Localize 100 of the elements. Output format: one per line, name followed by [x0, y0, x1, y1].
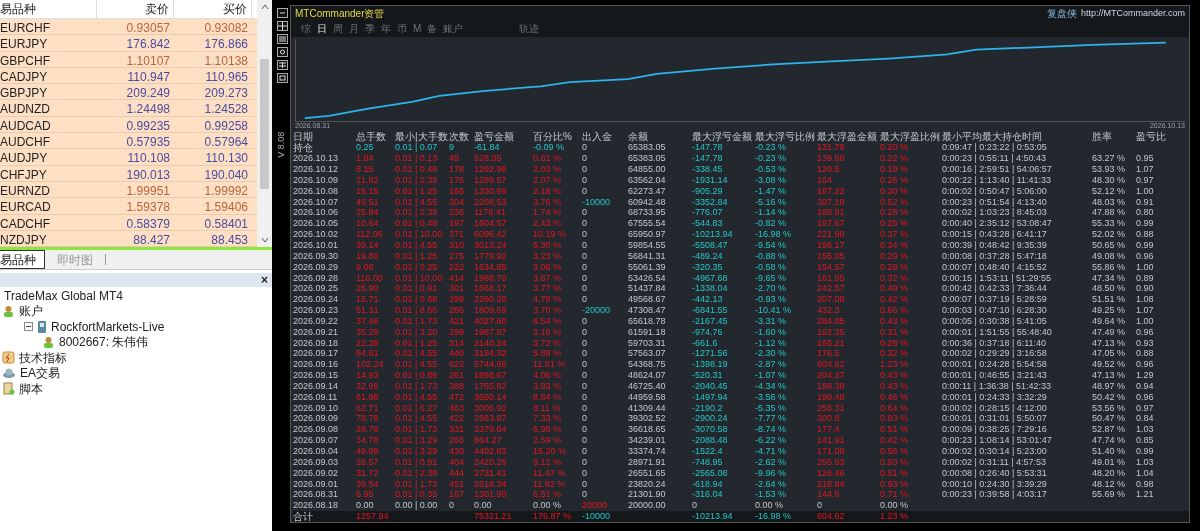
table-cell-text: 53.93 %	[1092, 165, 1127, 175]
table-cell-text: 0.71 %	[880, 490, 910, 500]
user-icon	[2, 304, 15, 318]
ask-cell-text: 1.24528	[203, 101, 249, 119]
table-cell-text: 61.98	[356, 392, 380, 402]
table-cell-text: 0.88	[1136, 349, 1155, 359]
symbol-cell-text: AUDCAD	[0, 117, 52, 135]
table-cell-text: 0	[582, 414, 588, 424]
quote-row[interactable]: AUDCHF 0.57935 0.57964	[0, 133, 257, 150]
column-header[interactable]: 买价	[174, 0, 252, 18]
move-icon[interactable]	[277, 21, 288, 31]
scroll-up-icon[interactable]	[260, 4, 269, 10]
table-cell-text: 414	[449, 273, 466, 283]
minus-icon[interactable]	[277, 8, 288, 18]
table-cell-text: 242.57	[817, 284, 846, 294]
list-icon[interactable]	[277, 34, 288, 44]
close-button[interactable]: ×	[261, 274, 268, 286]
table-cell-text: -2167.45	[692, 316, 729, 326]
help-icon[interactable]	[277, 47, 288, 57]
quote-row[interactable]: EURJPY 176.842 176.866	[0, 35, 257, 52]
tree-item[interactable]: 账户	[19, 302, 43, 321]
ask-cell-text: 0.57964	[203, 134, 249, 152]
table-cell-text: 1.23 %	[880, 512, 910, 522]
bid-cell-text: 1.10107	[125, 52, 171, 70]
quote-row[interactable]: GBPJPY 209.249 209.273	[0, 84, 257, 101]
period-tab[interactable]: M	[413, 21, 422, 37]
table-cell-text: 0:00:08 | 0:26:40 | 5:53:31	[942, 468, 1048, 478]
table-cell-text: 0.01 | 0.86	[395, 371, 439, 381]
window-icon[interactable]	[277, 73, 288, 83]
table-cell-text: 0:00:42 | 0:42:33 | 7:36:44	[942, 284, 1048, 294]
table-cell-text: 0.95	[1136, 154, 1155, 164]
table-cell-text: 10.64	[356, 219, 380, 229]
column-header: 最大浮盈比例	[880, 132, 941, 143]
period-tab[interactable]: 备	[427, 21, 438, 37]
table-cell-text: 0.25	[356, 143, 375, 153]
ask-cell-text: 209.273	[203, 85, 249, 103]
table-cell-text: 0.01 | 0.91	[395, 284, 439, 294]
period-tab[interactable]: 周	[333, 21, 343, 37]
table-cell-text: 26.57	[356, 457, 380, 467]
table-cell-text: -3352.84	[692, 197, 729, 207]
period-tab[interactable]: 月	[349, 21, 359, 37]
scroll-thumb[interactable]	[260, 58, 269, 189]
table-cell-text: 176	[449, 175, 466, 185]
period-tab[interactable]: 综	[301, 21, 311, 37]
table-cell-text: -147.78	[692, 154, 724, 164]
period-tab[interactable]: 账户	[443, 21, 464, 37]
website-link[interactable]: http://MTCommander.com	[1080, 6, 1185, 21]
tree-item[interactable]: TradeMax Global MT4	[4, 286, 123, 305]
table-cell-text: 34239.01	[628, 436, 667, 446]
table-cell-text: -0.93 %	[755, 295, 788, 305]
table-cell-text: 0:00:39 | 0:48:42 | 9:35:39	[942, 241, 1048, 250]
column-header[interactable]: 卖价	[97, 0, 174, 18]
table-cell-text: 190.48	[817, 392, 846, 402]
table-cell-text: 0.01 | 0.48	[395, 165, 439, 175]
quote-row[interactable]: EURCHF 0.93057 0.93082	[0, 19, 257, 36]
table-cell-text: 528.05	[474, 154, 503, 164]
grid-icon[interactable]	[277, 60, 288, 70]
table-cell-text: -442.13	[692, 295, 724, 305]
table-cell-text: 0.01 | 1.73	[395, 381, 439, 391]
period-tab[interactable]: 轨迹	[519, 21, 540, 37]
table-cell-text: -776.07	[692, 208, 724, 218]
table-cell-text: 49.08 %	[1092, 251, 1127, 261]
table-cell-text: -7.77 %	[755, 414, 788, 424]
table-cell-text: 0.01 | 1.73	[395, 425, 439, 435]
table-cell-text: 0.01 | 1.73	[395, 479, 439, 489]
table-cell-text: 2026.09.29	[293, 262, 340, 272]
quote-row[interactable]: EURCAD 1.59378 1.59406	[0, 198, 257, 215]
period-tab[interactable]: 日	[317, 21, 327, 37]
table-cell-text: 0:00:22 | 1:13:40 | 11:41:33	[942, 175, 1053, 185]
table-cell-text: 10.19 %	[533, 230, 568, 240]
table-cell-text: 0.01 | 10.00	[395, 273, 444, 283]
tab[interactable]: 易品种	[0, 250, 45, 269]
scrollbar[interactable]	[257, 0, 272, 247]
table-cell-text: 1.07	[1136, 306, 1155, 316]
symbol-cell-text: CHFJPY	[0, 166, 48, 184]
user-icon	[42, 335, 55, 349]
table-cell-text: 2026.09.17	[293, 349, 340, 359]
table-cell-text: 11.81 %	[533, 360, 567, 370]
table-cell-text: -10213.94	[692, 230, 734, 240]
table-cell-text: 6.54 %	[533, 316, 563, 326]
table-cell-text: 0	[582, 165, 588, 175]
column-header[interactable]: 易品种	[0, 0, 97, 18]
table-cell-text: 2026.09.10	[293, 403, 340, 413]
period-tab[interactable]: 季	[365, 21, 375, 37]
table-cell-text: 0.01 | 4.55	[395, 360, 439, 370]
table-cell-text: 47.34 %	[1092, 273, 1127, 283]
table-cell-text: 3.93 %	[533, 381, 563, 391]
collapse-icon[interactable]	[24, 322, 33, 332]
table-cell-text: 1.00	[1136, 262, 1155, 272]
table-cell-text: 2026.10.01	[293, 241, 340, 250]
tree-item[interactable]: RockfortMarkets-Live	[51, 317, 165, 336]
table-cell-text: -16.98 %	[755, 230, 793, 240]
period-tab[interactable]: 年	[381, 21, 391, 37]
quote-row[interactable]: AUDNZD 1.24498 1.24528	[0, 100, 257, 117]
scroll-down-icon[interactable]	[260, 237, 269, 243]
quote-row[interactable]: AUDJPY 110.108 110.130	[0, 149, 257, 166]
table-cell-text: 310	[449, 241, 466, 250]
period-tab[interactable]: 币	[397, 21, 407, 37]
table-cell-text: 112.06	[356, 230, 384, 240]
table-cell-text: 0.30 %	[880, 186, 910, 196]
